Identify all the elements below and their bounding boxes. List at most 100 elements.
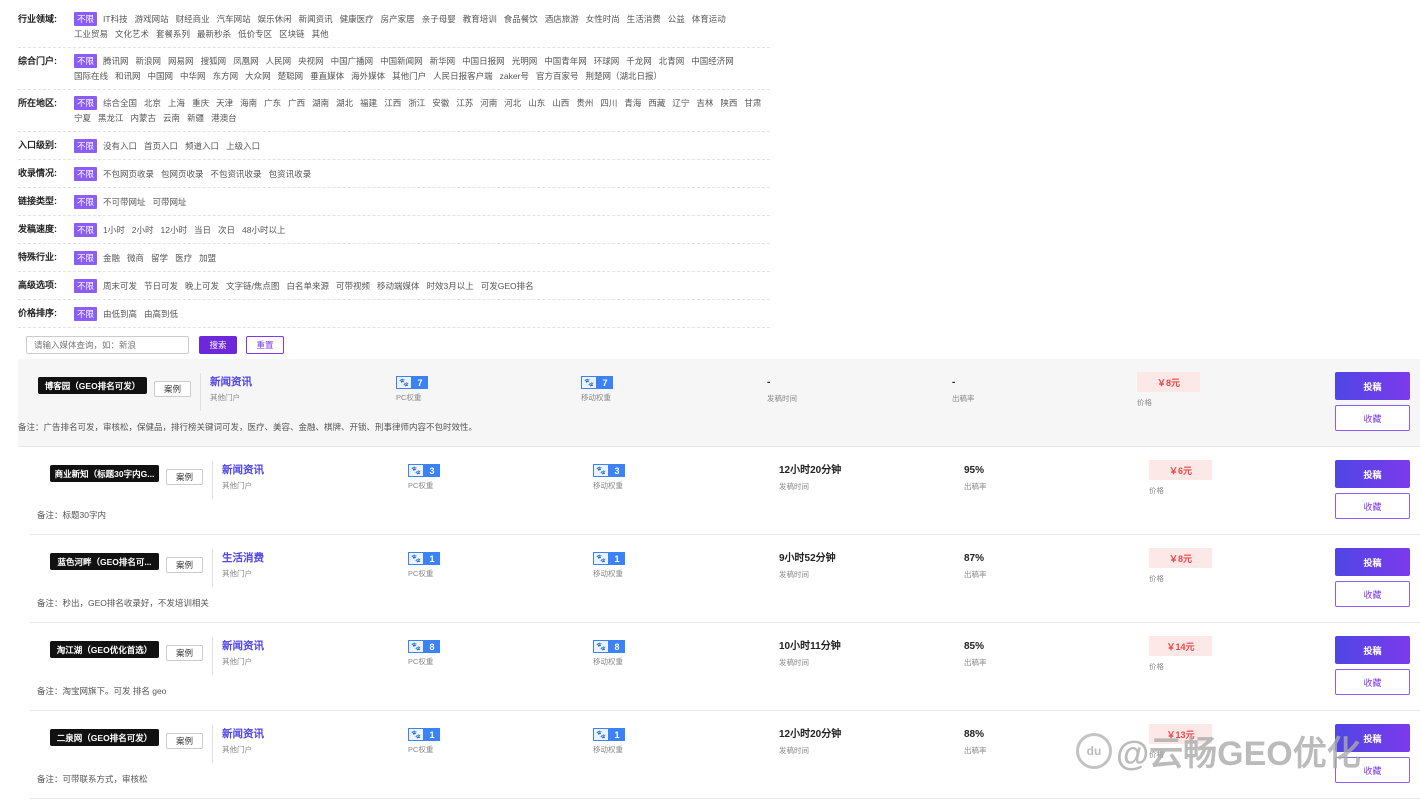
filter-option[interactable]: 浙江	[408, 96, 425, 110]
filter-option[interactable]: 酒店旅游	[545, 12, 579, 26]
filter-option[interactable]: 综合全国	[103, 96, 137, 110]
filter-option[interactable]: 2小时	[132, 223, 154, 237]
filter-option[interactable]: 中国广播网	[331, 54, 374, 68]
filter-option[interactable]: 可带视频	[336, 279, 370, 293]
filter-option[interactable]: 吉林	[696, 96, 713, 110]
filter-option[interactable]: 黑龙江	[98, 111, 124, 125]
filter-option[interactable]: 四川	[600, 96, 617, 110]
filter-option[interactable]: 河南	[480, 96, 497, 110]
filter-option[interactable]: 1小时	[103, 223, 125, 237]
filter-option-all[interactable]: 不限	[74, 96, 98, 111]
filter-option[interactable]: 中华网	[180, 69, 206, 83]
filter-option[interactable]: 福建	[360, 96, 377, 110]
case-button[interactable]: 案例	[166, 557, 203, 573]
media-name-badge[interactable]: 淘江湖（GEO优化首选）	[50, 641, 159, 658]
filter-option[interactable]: 48小时以上	[242, 223, 285, 237]
filter-option[interactable]: 微商	[127, 251, 144, 265]
filter-option[interactable]: 国际在线	[74, 69, 108, 83]
filter-option[interactable]: 甘肃	[744, 96, 761, 110]
filter-option[interactable]: 没有入口	[103, 139, 137, 153]
filter-option[interactable]: 12小时	[160, 223, 186, 237]
filter-option[interactable]: IT科技	[103, 12, 128, 26]
filter-option-all[interactable]: 不限	[74, 138, 98, 153]
filter-option[interactable]: 房产家居	[381, 12, 415, 26]
filter-option[interactable]: 青海	[624, 96, 641, 110]
filter-option[interactable]: 中国日报网	[462, 54, 505, 68]
filter-option[interactable]: 区块链	[279, 27, 305, 41]
filter-option[interactable]: 广西	[288, 96, 305, 110]
filter-option-all[interactable]: 不限	[74, 222, 98, 237]
case-button[interactable]: 案例	[166, 645, 203, 661]
filter-option-all[interactable]: 不限	[74, 278, 98, 293]
filter-option[interactable]: 辽宁	[672, 96, 689, 110]
filter-option-all[interactable]: 不限	[74, 250, 98, 265]
filter-option[interactable]: 其他门户	[392, 69, 426, 83]
filter-option[interactable]: 上级入口	[226, 139, 260, 153]
filter-option[interactable]: 东方网	[213, 69, 239, 83]
filter-option[interactable]: 汽车网站	[217, 12, 251, 26]
media-name-badge[interactable]: 二泉网（GEO排名可发）	[50, 729, 159, 746]
filter-option[interactable]: 湖北	[336, 96, 353, 110]
case-button[interactable]: 案例	[166, 733, 203, 749]
media-name-badge[interactable]: 博客园（GEO排名可发）	[38, 377, 147, 394]
filter-option-all[interactable]: 不限	[74, 54, 98, 69]
filter-option[interactable]: 山东	[528, 96, 545, 110]
filter-option-all[interactable]: 不限	[74, 12, 98, 27]
filter-option[interactable]: 加盟	[199, 251, 216, 265]
favorite-button[interactable]: 收藏	[1335, 493, 1410, 519]
filter-option[interactable]: 中国新闻网	[380, 54, 423, 68]
filter-option[interactable]: 由低到高	[103, 307, 137, 321]
filter-option[interactable]: 其他	[312, 27, 329, 41]
media-name-badge[interactable]: 商业新知（标题30字内G...	[50, 465, 159, 482]
filter-option[interactable]: 垂直媒体	[310, 69, 344, 83]
search-button[interactable]: 搜索	[199, 336, 237, 354]
filter-option[interactable]: 楚聪网	[278, 69, 304, 83]
filter-option[interactable]: 不可带网址	[103, 195, 146, 209]
filter-option[interactable]: 新浪网	[136, 54, 162, 68]
filter-option[interactable]: 教育培训	[463, 12, 497, 26]
filter-option[interactable]: 北青网	[659, 54, 685, 68]
filter-option[interactable]: 晚上可发	[185, 279, 219, 293]
post-button[interactable]: 投稿	[1335, 372, 1410, 400]
filter-option[interactable]: 体育运动	[692, 12, 726, 26]
filter-option[interactable]: 央视网	[298, 54, 324, 68]
filter-option[interactable]: 时效3月以上	[426, 279, 473, 293]
favorite-button[interactable]: 收藏	[1335, 757, 1410, 783]
filter-option[interactable]: 文化艺术	[115, 27, 149, 41]
filter-option[interactable]: 新疆	[187, 111, 204, 125]
post-button[interactable]: 投稿	[1335, 460, 1410, 488]
filter-option[interactable]: 大众网	[245, 69, 271, 83]
filter-option[interactable]: 首页入口	[144, 139, 178, 153]
media-search-input[interactable]	[26, 336, 189, 354]
filter-option[interactable]: 移动端媒体	[377, 279, 420, 293]
filter-option[interactable]: 生活消费	[627, 12, 661, 26]
filter-option[interactable]: 新华网	[430, 54, 456, 68]
filter-option[interactable]: 光明网	[512, 54, 538, 68]
filter-option[interactable]: 包网页收录	[161, 167, 204, 181]
filter-option[interactable]: 留学	[151, 251, 168, 265]
filter-option[interactable]: 腾讯网	[103, 54, 129, 68]
filter-option[interactable]: 公益	[668, 12, 685, 26]
filter-option[interactable]: 白名单来源	[286, 279, 329, 293]
reset-button[interactable]: 重置	[246, 336, 284, 354]
filter-option[interactable]: 荆楚网（湖北日报）	[585, 69, 662, 83]
filter-option[interactable]: 云南	[163, 111, 180, 125]
filter-option[interactable]: 工业贸易	[74, 27, 108, 41]
filter-option[interactable]: 财经商业	[176, 12, 210, 26]
filter-option[interactable]: 当日	[194, 223, 211, 237]
filter-option[interactable]: 频道入口	[185, 139, 219, 153]
post-button[interactable]: 投稿	[1335, 724, 1410, 752]
filter-option[interactable]: 海南	[240, 96, 257, 110]
filter-option[interactable]: 娱乐休闲	[258, 12, 292, 26]
filter-option[interactable]: 网易网	[168, 54, 194, 68]
filter-option[interactable]: 北京	[144, 96, 161, 110]
filter-option[interactable]: 官方百家号	[536, 69, 579, 83]
favorite-button[interactable]: 收藏	[1335, 405, 1410, 431]
filter-option[interactable]: 金融	[103, 251, 120, 265]
filter-option[interactable]: 中国青年网	[544, 54, 587, 68]
filter-option[interactable]: 女性时尚	[586, 12, 620, 26]
filter-option[interactable]: 千龙网	[626, 54, 652, 68]
filter-option[interactable]: 最新秒杀	[197, 27, 231, 41]
filter-option-all[interactable]: 不限	[74, 194, 98, 209]
post-button[interactable]: 投稿	[1335, 548, 1410, 576]
